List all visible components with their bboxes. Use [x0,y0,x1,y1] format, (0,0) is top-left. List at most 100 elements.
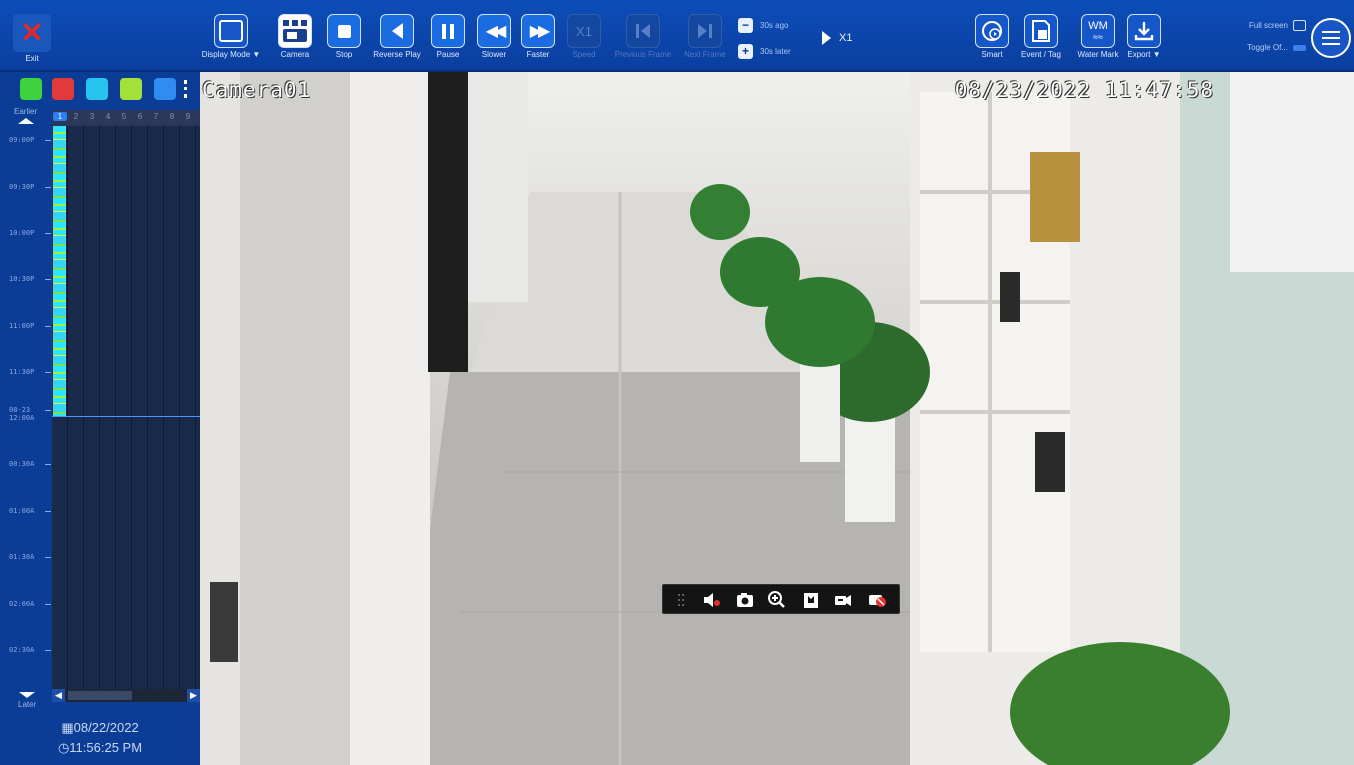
play-state-icon [822,31,831,45]
channel-tab[interactable]: 1 [53,112,67,121]
recording-segment-bar[interactable] [53,126,66,417]
display-mode-icon [214,14,248,48]
filter-normal-icon[interactable] [20,78,42,100]
smart-button[interactable]: Smart [972,14,1012,59]
next-frame-button[interactable]: Next Frame [676,14,734,59]
speed-badge: X1 [567,14,601,48]
stop-record-icon[interactable] [867,590,887,610]
time-label: 09:30P [9,183,52,191]
channel-tab[interactable]: 4 [101,112,115,121]
time-label: 01:00A [9,507,52,515]
channel-tab[interactable]: 8 [165,112,179,121]
reverse-play-label: Reverse Play [373,50,421,59]
channel-scrollbar[interactable]: ◀ ▶ [52,689,200,702]
time-label: 10:00P [9,229,52,237]
display-mode-label: Display Mode ▼ [201,50,261,59]
watermark-label: Water Mark [1077,50,1119,59]
speed-button[interactable]: X1 Speed [564,14,604,59]
pause-label: Pause [436,50,460,59]
mute-icon[interactable] [701,590,721,610]
time-label: 10:30P [9,275,52,283]
previous-frame-button[interactable]: Previous Frame [612,14,674,59]
smart-label: Smart [981,50,1003,59]
drag-handle-icon[interactable] [671,590,691,610]
channel-tab[interactable]: 2 [69,112,83,121]
next-frame-label: Next Frame [684,50,726,59]
channel-tab[interactable]: 7 [149,112,163,121]
camera-video-frame [200,72,1354,765]
faster-icon: ▶▶ [521,14,555,48]
video-quick-toolbar [662,584,900,614]
playback-toolbar: ✕ Exit Display Mode ▼ Camera Stop Revers… [0,0,1354,72]
later-button[interactable]: Later [18,692,36,709]
scroll-thumb[interactable] [68,691,132,700]
time-row[interactable]: ◷11:56:25 PM [0,740,200,756]
channel-tab[interactable]: 3 [85,112,99,121]
record-timeline-grid[interactable]: 1 2 3 4 5 6 7 8 9 ◀ ▶ [52,110,200,702]
playhead-line[interactable] [52,416,200,417]
time-scale: 09:00P 09:30P 10:00P 10:30P 11:00P 11:30… [0,102,52,712]
camera-button[interactable]: Camera [274,14,316,59]
channel-tab[interactable]: 6 [133,112,147,121]
channel-tab[interactable]: 9 [181,112,195,121]
timeline-panel: Earlier 09:00P 09:30P 10:00P 10:30P 11:0… [0,72,200,765]
display-mode-button[interactable]: Display Mode ▼ [198,14,264,59]
camera-name-overlay: Camera01 [202,78,312,102]
export-icon [1127,14,1161,48]
export-button[interactable]: Export ▼ [1124,14,1164,59]
filter-alarm-icon[interactable] [52,78,74,100]
stop-button[interactable]: Stop [326,14,362,59]
more-options-icon[interactable] [184,80,187,98]
main-menu-button[interactable] [1311,18,1351,58]
bookmark-icon[interactable] [801,590,821,610]
view-options: Full screen Toggle Of... [1210,20,1306,64]
close-icon: ✕ [13,14,51,52]
full-screen-icon [1293,20,1306,31]
time-label: 01:30A [9,553,52,561]
filter-vehicle-icon[interactable] [154,78,176,100]
previous-frame-label: Previous Frame [614,50,672,59]
toggle-label: Toggle Of... [1247,43,1288,52]
clip-icon[interactable] [833,590,853,610]
seek-forward-label: 30s later [760,46,791,56]
event-tag-button[interactable]: Event / Tag [1014,14,1068,59]
seek-back-label: 30s ago [760,20,789,30]
exit-button[interactable]: ✕ Exit [11,14,53,63]
scroll-right-icon[interactable]: ▶ [187,689,200,702]
pause-button[interactable]: Pause [430,14,466,59]
watermark-icon: WM ≈≈ [1081,14,1115,48]
filter-human-icon[interactable] [120,78,142,100]
speed-indicator-text: X1 [839,31,853,44]
stop-icon [327,14,361,48]
speed-label: Speed [572,50,596,59]
reverse-play-button[interactable]: Reverse Play [366,14,428,59]
down-arrow-icon [19,692,36,698]
watermark-button[interactable]: WM ≈≈ Water Mark [1070,14,1126,59]
faster-button[interactable]: ▶▶ Faster [518,14,558,59]
channel-tab[interactable]: 5 [117,112,131,121]
calendar-icon: ▦ [61,720,74,735]
camera-video-view[interactable]: Camera01 08/23/2022 11:47:58 [200,72,1354,765]
time-label: 02:30A [9,646,52,654]
time-label: 02:00A [9,600,52,608]
plus-icon: + [738,43,753,59]
date-time-display: ▦08/22/2022 ◷11:56:25 PM [0,720,200,765]
zoom-in-icon[interactable] [767,590,787,610]
time-label: 08-23 12:00A [9,406,51,422]
minus-icon: − [738,17,753,33]
toggle-icon [1293,44,1306,51]
slower-button[interactable]: ◀◀ Slower [474,14,514,59]
toggle-off-switch[interactable]: Toggle Of... [1210,43,1306,52]
scroll-left-icon[interactable]: ◀ [52,689,65,702]
time-label: 00:30A [9,460,52,468]
full-screen-label: Full screen [1248,21,1288,30]
filter-motion-icon[interactable] [86,78,108,100]
export-label: Export ▼ [1127,50,1161,59]
date-row[interactable]: ▦08/22/2022 [0,720,200,736]
clock-icon: ◷ [57,740,70,755]
event-tag-label: Event / Tag [1021,50,1061,59]
time-label: 11:30P [9,368,52,376]
full-screen-toggle[interactable]: Full screen [1210,20,1306,31]
next-frame-icon [688,14,722,48]
snapshot-icon[interactable] [735,590,755,610]
